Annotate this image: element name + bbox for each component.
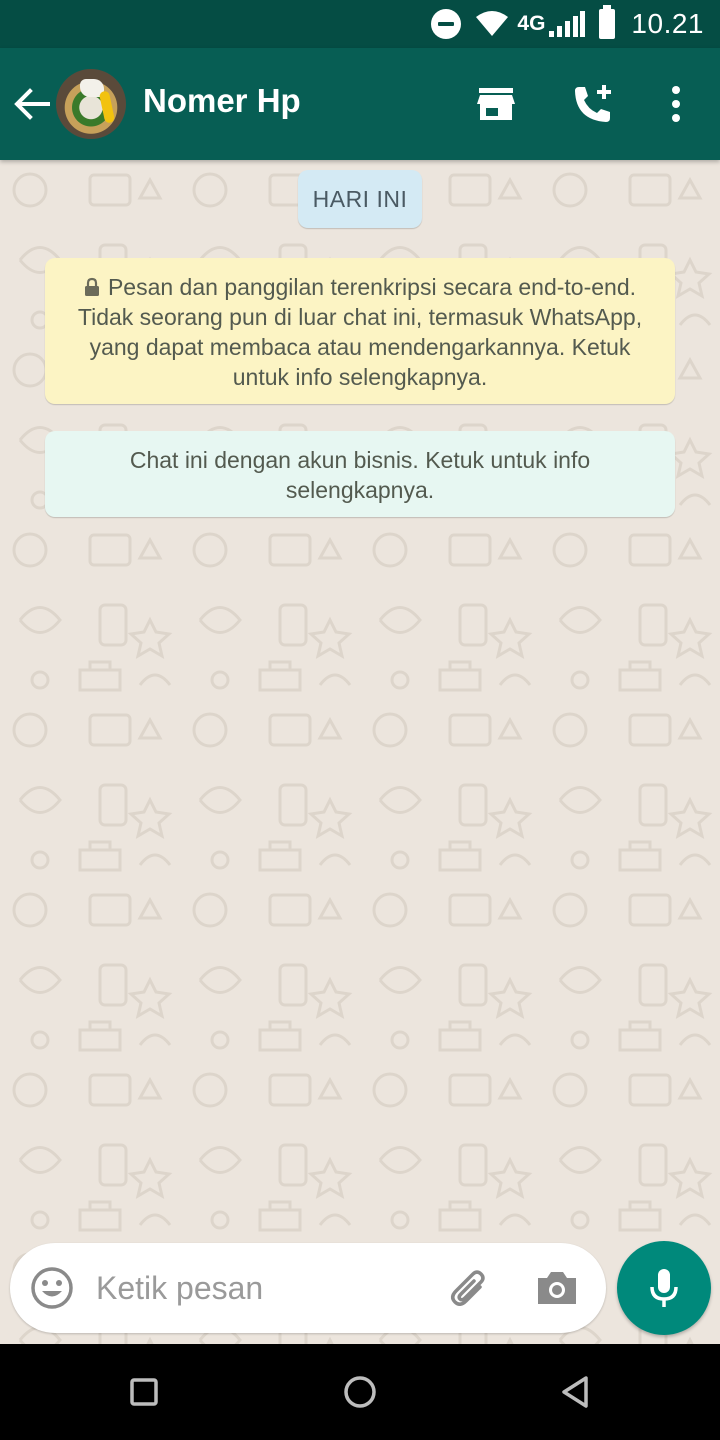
date-chip: HARI INI bbox=[298, 170, 422, 228]
status-time: 10.21 bbox=[631, 8, 704, 39]
encryption-notice-text: Pesan dan panggilan terenkripsi secara e… bbox=[77, 274, 643, 390]
network-type: 4G bbox=[517, 12, 546, 35]
add-call-icon[interactable] bbox=[570, 82, 614, 126]
camera-icon[interactable] bbox=[534, 1266, 580, 1310]
avatar[interactable] bbox=[56, 69, 126, 139]
mic-icon bbox=[650, 1269, 678, 1307]
signal-icon bbox=[549, 11, 586, 37]
do-not-disturb-icon bbox=[431, 9, 462, 39]
battery-icon bbox=[599, 5, 616, 39]
status-bar: 4G 10.21 bbox=[0, 0, 720, 48]
business-account-notice[interactable]: Chat ini dengan akun bisnis. Ketuk untuk… bbox=[45, 431, 675, 517]
emoji-icon[interactable] bbox=[30, 1266, 74, 1310]
back-arrow-icon[interactable] bbox=[10, 82, 54, 126]
system-navigation-bar bbox=[0, 1344, 720, 1440]
message-composer bbox=[10, 1243, 606, 1333]
chat-toolbar: Nomer Hp bbox=[0, 48, 720, 160]
store-icon[interactable] bbox=[474, 82, 518, 126]
message-input[interactable] bbox=[96, 1263, 426, 1313]
wifi-icon bbox=[476, 11, 509, 36]
voice-message-button[interactable] bbox=[617, 1241, 711, 1335]
chat-area[interactable]: HARI INI Pesan dan panggilan terenkripsi… bbox=[0, 160, 720, 1344]
business-notice-text: Chat ini dengan akun bisnis. Ketuk untuk… bbox=[129, 447, 591, 503]
home-icon[interactable] bbox=[340, 1372, 380, 1412]
nav-back-icon[interactable] bbox=[556, 1372, 596, 1412]
contact-name[interactable]: Nomer Hp bbox=[143, 82, 301, 120]
lock-icon bbox=[84, 277, 99, 296]
encryption-notice[interactable]: Pesan dan panggilan terenkripsi secara e… bbox=[45, 258, 675, 404]
attach-icon[interactable] bbox=[446, 1265, 494, 1313]
more-vert-icon[interactable] bbox=[654, 82, 698, 126]
recent-apps-icon[interactable] bbox=[124, 1372, 164, 1412]
